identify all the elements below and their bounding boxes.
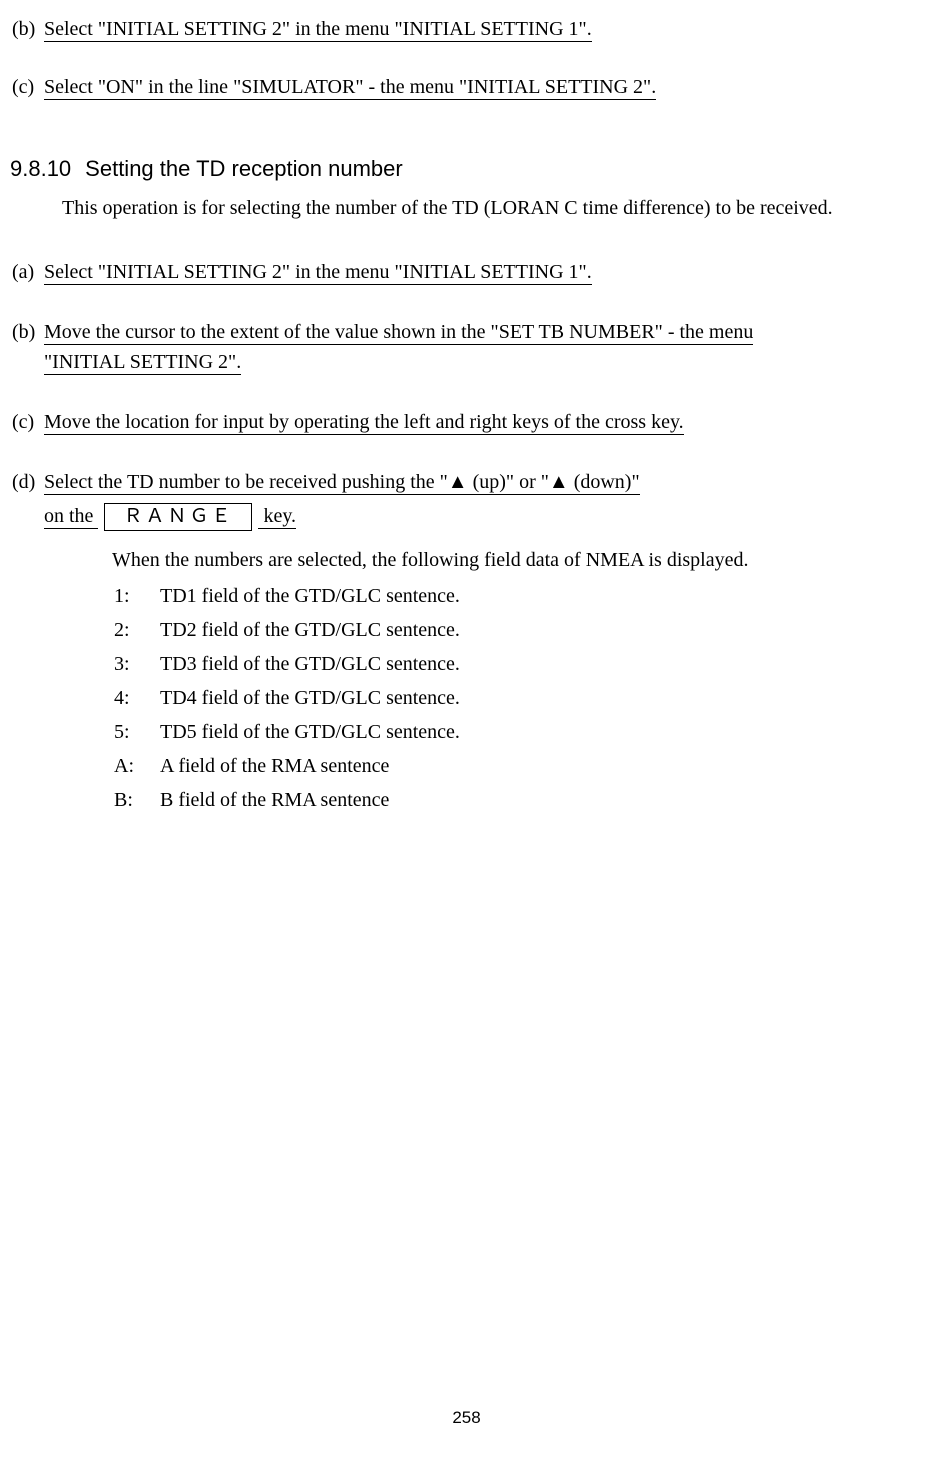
field-key: 1: — [114, 579, 160, 613]
step-a: (a) Select "INITIAL SETTING 2" in the me… — [10, 257, 895, 287]
heading-number: 9.8.10 — [10, 152, 71, 185]
field-key: B: — [114, 783, 160, 817]
step-d-line2-pre: on the — [44, 505, 98, 529]
step-c: (c) Move the location for input by opera… — [10, 407, 895, 437]
step-body: Move the location for input by operating… — [44, 407, 895, 437]
table-row: 2:TD2 field of the GTD/GLC sentence. — [114, 613, 460, 647]
step-body: Move the cursor to the extent of the val… — [44, 317, 895, 377]
field-value: TD4 field of the GTD/GLC sentence. — [160, 681, 460, 715]
page: (b) Select "INITIAL SETTING 2" in the me… — [0, 0, 933, 1458]
field-key: 2: — [114, 613, 160, 647]
table-row: B:B field of the RMA sentence — [114, 783, 460, 817]
step-text-line2: "INITIAL SETTING 2". — [44, 351, 241, 375]
step-d-line1: Select the TD number to be received push… — [44, 471, 640, 495]
section-heading: 9.8.10 Setting the TD reception number — [10, 152, 895, 185]
step-d-line2: on the ＲＡＮＧＥ key. — [44, 497, 296, 535]
step-text: Move the location for input by operating… — [44, 411, 684, 435]
step-b: (b) Move the cursor to the extent of the… — [10, 317, 895, 377]
step-marker: (c) — [10, 407, 44, 437]
field-key: 3: — [114, 647, 160, 681]
step-d: (d) Select the TD number to be received … — [10, 467, 895, 535]
table-row: A:A field of the RMA sentence — [114, 749, 460, 783]
step-b-top: (b) Select "INITIAL SETTING 2" in the me… — [10, 14, 895, 44]
field-value: TD1 field of the GTD/GLC sentence. — [160, 579, 460, 613]
field-value: TD5 field of the GTD/GLC sentence. — [160, 715, 460, 749]
step-d-line2-post: key. — [258, 505, 296, 529]
step-marker: (b) — [10, 317, 44, 377]
step-text: Select "INITIAL SETTING 2" in the menu "… — [44, 261, 592, 285]
step-body: Select the TD number to be received push… — [44, 467, 895, 535]
field-value: A field of the RMA sentence — [160, 749, 460, 783]
step-marker: (b) — [10, 14, 44, 44]
range-key: ＲＡＮＧＥ — [104, 503, 252, 531]
table-row: 5:TD5 field of the GTD/GLC sentence. — [114, 715, 460, 749]
step-marker: (a) — [10, 257, 44, 287]
main-steps: (a) Select "INITIAL SETTING 2" in the me… — [10, 257, 895, 535]
field-value: B field of the RMA sentence — [160, 783, 460, 817]
step-body: Select "INITIAL SETTING 2" in the menu "… — [44, 257, 895, 287]
step-body: Select "INITIAL SETTING 2" in the menu "… — [44, 14, 895, 44]
field-value: TD2 field of the GTD/GLC sentence. — [160, 613, 460, 647]
table-row: 4:TD4 field of the GTD/GLC sentence. — [114, 681, 460, 715]
page-number: 258 — [0, 1405, 933, 1431]
table-row: 3:TD3 field of the GTD/GLC sentence. — [114, 647, 460, 681]
step-text: Select "INITIAL SETTING 2" in the menu "… — [44, 18, 592, 42]
step-marker: (c) — [10, 72, 44, 102]
section-intro: This operation is for selecting the numb… — [34, 193, 895, 223]
step-text: Select "ON" in the line "SIMULATOR" - th… — [44, 76, 656, 100]
field-key: A: — [114, 749, 160, 783]
field-data-block: When the numbers are selected, the follo… — [42, 545, 895, 817]
top-steps: (b) Select "INITIAL SETTING 2" in the me… — [10, 14, 895, 102]
field-key: 5: — [114, 715, 160, 749]
step-text-line1: Move the cursor to the extent of the val… — [44, 321, 753, 345]
field-value: TD3 field of the GTD/GLC sentence. — [160, 647, 460, 681]
step-body: Select "ON" in the line "SIMULATOR" - th… — [44, 72, 895, 102]
heading-title: Setting the TD reception number — [85, 156, 403, 181]
field-data-intro: When the numbers are selected, the follo… — [112, 545, 895, 575]
field-key: 4: — [114, 681, 160, 715]
step-c-top: (c) Select "ON" in the line "SIMULATOR" … — [10, 72, 895, 102]
table-row: 1:TD1 field of the GTD/GLC sentence. — [114, 579, 460, 613]
field-data-table: 1:TD1 field of the GTD/GLC sentence. 2:T… — [114, 579, 460, 817]
step-marker: (d) — [10, 467, 44, 535]
